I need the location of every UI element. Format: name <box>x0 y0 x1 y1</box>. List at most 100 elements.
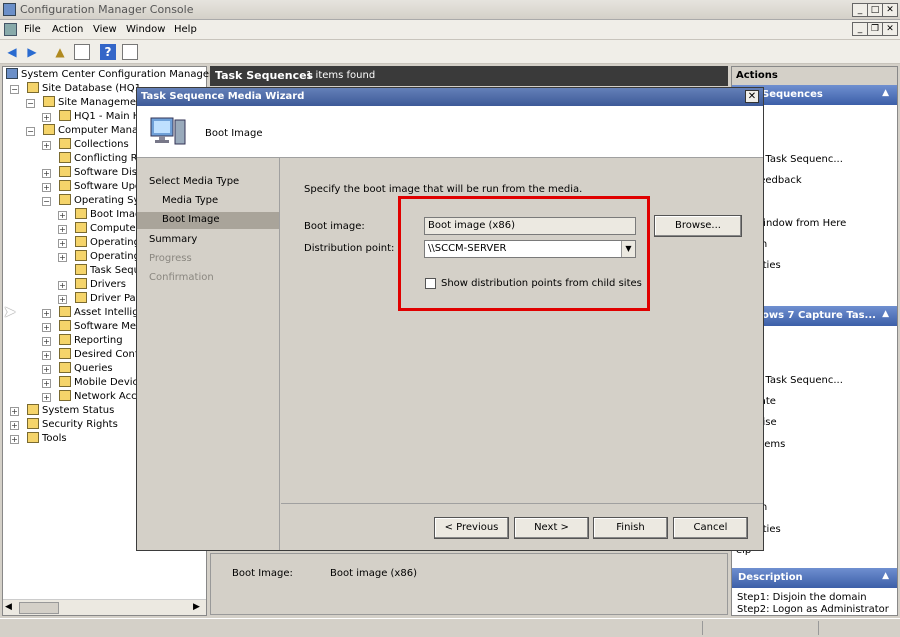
folder-icon <box>43 96 55 107</box>
expand-toggle[interactable]: + <box>42 183 51 192</box>
tree-item[interactable]: HQ1 - Main HQ <box>59 110 148 124</box>
expand-toggle[interactable]: + <box>58 295 67 304</box>
folder-icon <box>75 236 87 247</box>
tree-item[interactable]: Boot Imag <box>75 208 141 222</box>
menu-action[interactable]: Action <box>52 24 83 35</box>
expand-toggle[interactable]: + <box>42 393 51 402</box>
expand-toggle[interactable]: − <box>26 127 35 136</box>
browse-button[interactable]: Browse... <box>654 215 742 237</box>
expand-toggle[interactable]: + <box>42 169 51 178</box>
child-restore-button[interactable]: ❐ <box>867 22 883 36</box>
tree-item[interactable]: Network Acces <box>59 390 148 404</box>
minimize-button[interactable]: _ <box>852 3 868 17</box>
expand-toggle[interactable]: + <box>58 211 67 220</box>
collapse-icon[interactable]: ▲ <box>882 88 889 98</box>
description-header[interactable]: Description ▲ <box>732 568 897 588</box>
tree-item[interactable]: Driver Pac <box>75 292 141 306</box>
folder-icon <box>59 152 71 163</box>
tree-item[interactable]: Asset Intellige <box>59 306 145 320</box>
tree-item[interactable]: Operating Sys <box>59 194 145 208</box>
expand-toggle[interactable]: + <box>42 309 51 318</box>
tree-item[interactable]: Collections <box>59 138 129 152</box>
finish-button[interactable]: Finish <box>593 517 668 539</box>
expand-toggle[interactable]: + <box>58 239 67 248</box>
next-button[interactable]: Next > <box>514 517 589 539</box>
scroll-thumb[interactable] <box>19 602 59 614</box>
forward-icon[interactable]: ▶ <box>24 44 40 60</box>
menu-file[interactable]: File <box>24 24 41 35</box>
tree-item[interactable]: Task Sequ <box>75 264 140 278</box>
expand-toggle[interactable]: + <box>42 141 51 150</box>
mouse-cursor: ➤ <box>3 302 17 321</box>
boot-image-label: Boot image: <box>304 221 365 232</box>
task-sequence-media-wizard: Task Sequence Media Wizard ✕ Boot Image … <box>136 87 764 551</box>
expand-toggle[interactable]: + <box>58 281 67 290</box>
tree-item[interactable]: Desired Config <box>59 348 148 362</box>
tree-item[interactable]: Software Mete <box>59 320 146 334</box>
child-close-button[interactable]: ✕ <box>882 22 898 36</box>
expand-toggle[interactable]: + <box>42 379 51 388</box>
expand-toggle[interactable]: + <box>10 421 19 430</box>
nav-confirmation: Confirmation <box>149 272 214 283</box>
collapse-icon[interactable]: ▲ <box>882 571 889 581</box>
expand-toggle[interactable]: − <box>26 99 35 108</box>
menu-bar: File Action View Window Help _ ❐ ✕ <box>0 20 900 40</box>
tree-item[interactable]: Software Distr <box>59 166 145 180</box>
scroll-left-icon[interactable]: ◀ <box>5 602 12 612</box>
tree-item[interactable]: Computer <box>75 222 140 236</box>
expand-toggle[interactable]: + <box>58 253 67 262</box>
expand-toggle[interactable]: + <box>10 435 19 444</box>
tree-item[interactable]: Site Database (HQ1 - <box>27 82 148 96</box>
close-button[interactable]: ✕ <box>882 3 898 17</box>
tree-item-label: Operating <box>90 237 140 248</box>
tree-item[interactable]: Operating <box>75 250 140 264</box>
scroll-right-icon[interactable]: ▶ <box>193 602 200 612</box>
tree-item[interactable]: Tools <box>27 432 67 446</box>
expand-toggle[interactable]: − <box>10 85 19 94</box>
expand-toggle[interactable]: + <box>58 225 67 234</box>
child-minimize-button[interactable]: _ <box>852 22 868 36</box>
console-icon <box>4 23 17 36</box>
folder-icon <box>59 166 71 177</box>
tree-item[interactable]: Computer Manage <box>43 124 151 138</box>
tree-item[interactable]: Site Management <box>43 96 146 110</box>
expand-toggle[interactable]: − <box>42 197 51 206</box>
up-folder-icon[interactable]: ▲ <box>52 44 68 60</box>
menu-view[interactable]: View <box>93 24 117 35</box>
help-icon[interactable]: ? <box>100 44 116 60</box>
tree-item[interactable]: Mobile Device <box>59 376 144 390</box>
items-count: 1 items found <box>306 70 376 81</box>
expand-toggle[interactable]: + <box>42 351 51 360</box>
cancel-button[interactable]: Cancel <box>673 517 748 539</box>
tree-item[interactable]: Reporting <box>59 334 123 348</box>
show-hide-action-pane-icon[interactable] <box>122 44 138 60</box>
collapse-icon[interactable]: ▲ <box>882 309 889 319</box>
sccm-icon <box>6 68 18 79</box>
nav-progress: Progress <box>149 253 192 264</box>
expand-toggle[interactable]: + <box>42 365 51 374</box>
show-hide-tree-icon[interactable] <box>74 44 90 60</box>
tree-item[interactable]: Security Rights <box>27 418 118 432</box>
wizard-close-button[interactable]: ✕ <box>745 90 759 103</box>
tree-item[interactable]: System Status <box>27 404 114 418</box>
menu-help[interactable]: Help <box>174 24 197 35</box>
tree-item[interactable]: Operating <box>75 236 140 250</box>
folder-icon <box>59 390 71 401</box>
maximize-button[interactable]: □ <box>867 3 883 17</box>
expand-toggle[interactable]: + <box>42 337 51 346</box>
tree-item[interactable]: Drivers <box>75 278 126 292</box>
menu-window[interactable]: Window <box>126 24 165 35</box>
folder-icon <box>59 376 71 387</box>
expand-toggle[interactable]: + <box>42 113 51 122</box>
tree-root[interactable]: System Center Configuration Manager <box>6 68 213 82</box>
tree-horizontal-scrollbar[interactable]: ◀ ▶ <box>3 599 206 615</box>
tree-item[interactable]: Queries <box>59 362 113 376</box>
wizard-title-bar: Task Sequence Media Wizard ✕ <box>137 88 763 106</box>
expand-toggle[interactable]: + <box>10 407 19 416</box>
title-bar: Configuration Manager Console _ □ ✕ <box>0 0 900 20</box>
tree-item-label: Site Database (HQ1 - <box>42 83 148 94</box>
expand-toggle[interactable]: + <box>42 323 51 332</box>
previous-button[interactable]: < Previous <box>434 517 509 539</box>
tree-item[interactable]: Software Upda <box>59 180 147 194</box>
back-icon[interactable]: ◀ <box>4 44 20 60</box>
